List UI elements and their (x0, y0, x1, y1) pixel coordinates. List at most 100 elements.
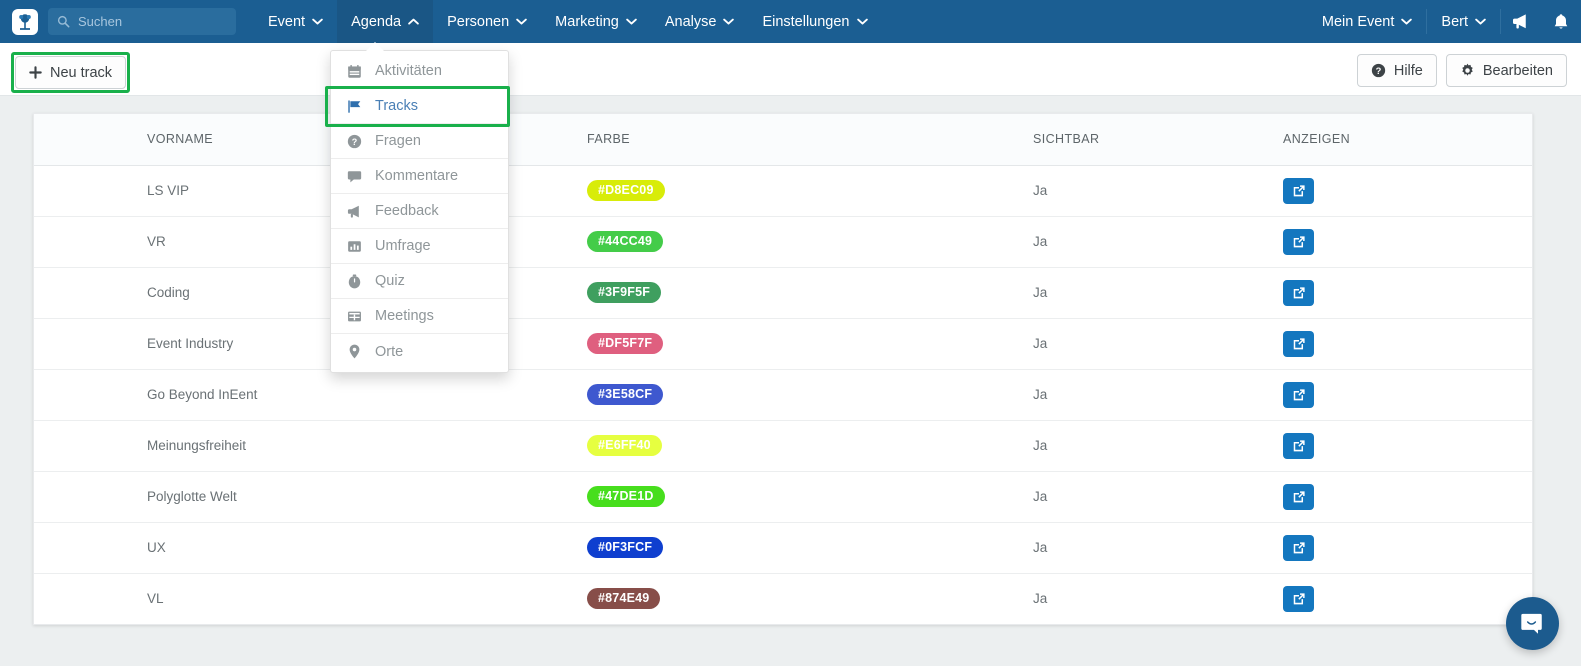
dropdown-item-umfrage[interactable]: Umfrage (331, 229, 508, 264)
svg-text:?: ? (1375, 66, 1381, 76)
external-link-icon (1293, 388, 1305, 400)
chat-launcher-button[interactable] (1506, 597, 1559, 650)
table-row[interactable]: VR #44CC49 Ja (34, 216, 1532, 268)
search-input[interactable] (78, 14, 218, 29)
dropdown-item-kommentare[interactable]: Kommentare (331, 159, 508, 194)
cell-farbe: #DF5F7F (587, 318, 1033, 370)
dropdown-item-label: Feedback (375, 203, 439, 219)
dropdown-item-fragen[interactable]: ? Fragen (331, 124, 508, 159)
top-navbar: Event Agenda Personen Marketing Analyse (0, 0, 1581, 43)
cell-farbe: #D8EC09 (587, 165, 1033, 217)
chevron-down-icon (1401, 18, 1413, 25)
nav-item-marketing[interactable]: Marketing (541, 0, 651, 43)
dropdown-item-tracks[interactable]: Tracks (325, 86, 510, 127)
app-logo-icon[interactable] (12, 8, 38, 35)
nav-item-einstellungen[interactable]: Einstellungen (748, 0, 881, 43)
dropdown-item-meetings[interactable]: Meetings (331, 299, 508, 334)
nav-item-user-bert[interactable]: Bert (1427, 0, 1500, 43)
table-row[interactable]: Coding #3F9F5F Ja (34, 267, 1532, 319)
column-header-anzeigen[interactable]: ANZEIGEN (1283, 114, 1532, 166)
dropdown-item-feedback[interactable]: Feedback (331, 194, 508, 229)
open-track-button[interactable] (1283, 534, 1314, 561)
external-link-icon (1293, 490, 1305, 502)
open-track-button[interactable] (1283, 381, 1314, 408)
color-badge: #47DE1D (587, 486, 665, 507)
table-row[interactable]: Polyglotte Welt #47DE1D Ja (34, 471, 1532, 523)
notifications-button[interactable] (1541, 0, 1581, 43)
column-header-sichtbar[interactable]: SICHTBAR (1033, 114, 1283, 166)
nav-item-personen[interactable]: Personen (433, 0, 541, 43)
dropdown-item-label: Quiz (375, 273, 405, 289)
agenda-dropdown-menu: Aktivitäten Tracks? Fragen Kommentare Feedba… (325, 42, 510, 373)
search-box[interactable] (48, 8, 236, 35)
cell-vorname: Meinungsfreiheit (34, 420, 587, 472)
cell-anzeigen (1283, 216, 1532, 268)
nav-item-mein-event[interactable]: Mein Event (1308, 0, 1427, 43)
table-icon (348, 311, 361, 321)
comment-icon (347, 170, 362, 182)
table-row[interactable]: Meinungsfreiheit #E6FF40 Ja (34, 420, 1532, 472)
table-icon (347, 309, 362, 324)
open-track-button[interactable] (1283, 228, 1314, 255)
open-track-button[interactable] (1283, 585, 1314, 612)
chevron-down-icon (856, 18, 868, 25)
flag-icon (348, 100, 361, 113)
help-button[interactable]: ? Hilfe (1356, 54, 1437, 87)
nav-item-label: Einstellungen (762, 13, 850, 30)
toolbar-actions: ? Hilfe Bearbeiten (1356, 54, 1567, 87)
color-badge: #D8EC09 (587, 180, 665, 201)
open-track-button[interactable] (1283, 177, 1314, 204)
chevron-down-icon (1475, 18, 1486, 25)
tracks-table: VORNAME FARBE SICHTBAR ANZEIGEN LS VIP #D… (34, 114, 1532, 624)
table-header: VORNAME FARBE SICHTBAR ANZEIGEN (34, 114, 1532, 166)
open-track-button[interactable] (1283, 483, 1314, 510)
help-label: Hilfe (1393, 62, 1423, 79)
nav-item-label: Mein Event (1321, 13, 1395, 30)
external-link-icon (1293, 337, 1305, 349)
open-track-button[interactable] (1283, 279, 1314, 306)
chat-bubble-icon (1521, 613, 1542, 634)
dropdown-item-aktivit-ten[interactable]: Aktivitäten (331, 54, 508, 89)
external-link-icon (1293, 439, 1305, 451)
table-row[interactable]: UX #0F3FCF Ja (34, 522, 1532, 574)
nav-item-label: Bert (1441, 13, 1468, 30)
megaphone-icon (347, 205, 359, 218)
cell-anzeigen (1283, 522, 1532, 574)
edit-button[interactable]: Bearbeiten (1445, 54, 1567, 87)
cell-anzeigen (1283, 573, 1532, 624)
dropdown-item-label: Tracks (375, 98, 418, 114)
nav-item-label: Agenda (351, 13, 402, 30)
color-badge: #874E49 (587, 588, 661, 610)
cell-anzeigen (1283, 420, 1532, 472)
cell-farbe: #874E49 (587, 573, 1033, 624)
question-circle-icon: ? (347, 134, 362, 149)
table-row[interactable]: LS VIP #D8EC09 Ja (34, 165, 1532, 217)
open-track-button[interactable] (1283, 330, 1314, 357)
tracks-table-card: VORNAME FARBE SICHTBAR ANZEIGEN LS VIP #D… (33, 113, 1533, 625)
dropdown-item-quiz[interactable]: Quiz (331, 264, 508, 299)
column-header-farbe[interactable]: FARBE (587, 114, 1033, 166)
new-track-highlight-box: Neu track (11, 52, 131, 93)
new-track-button[interactable]: Neu track (15, 56, 127, 89)
stopwatch-icon (348, 273, 361, 288)
nav-item-event[interactable]: Event (254, 0, 337, 43)
table-row[interactable]: VL #874E49 Ja (34, 573, 1532, 624)
dropdown-item-label: Kommentare (375, 168, 459, 184)
color-badge: #3E58CF (587, 384, 664, 405)
chevron-down-icon (312, 18, 323, 25)
announcements-button[interactable] (1501, 0, 1541, 43)
color-badge: #3F9F5F (587, 282, 662, 303)
dropdown-item-label: Fragen (375, 133, 421, 149)
table-row[interactable]: Go Beyond InEent #3E58CF Ja (34, 369, 1532, 421)
cell-farbe: #47DE1D (587, 471, 1033, 523)
flag-icon (347, 99, 362, 114)
nav-item-agenda[interactable]: Agenda (337, 0, 434, 43)
nav-item-analyse[interactable]: Analyse (651, 0, 749, 43)
cell-vorname: Go Beyond InEent (34, 369, 587, 421)
dropdown-item-orte[interactable]: Orte (331, 334, 508, 369)
table-row[interactable]: Event Industry #DF5F7F Ja (34, 318, 1532, 370)
search-icon (57, 15, 70, 28)
svg-text:?: ? (352, 136, 358, 146)
open-track-button[interactable] (1283, 432, 1314, 459)
cell-anzeigen (1283, 471, 1532, 523)
